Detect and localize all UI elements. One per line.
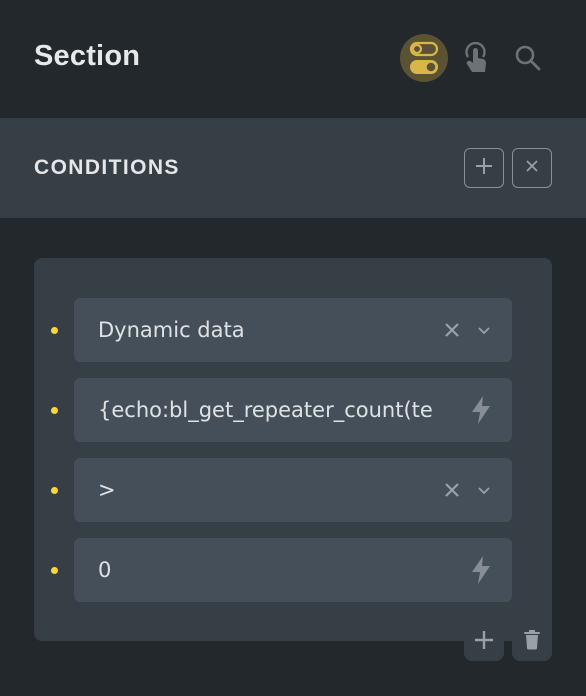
bullet-dot bbox=[51, 487, 58, 494]
clear-icon[interactable] bbox=[440, 298, 464, 362]
trash-icon bbox=[523, 630, 541, 655]
interactions-button[interactable] bbox=[452, 34, 500, 82]
add-condition-group-button[interactable] bbox=[464, 148, 504, 188]
input-value: 0 bbox=[98, 558, 112, 582]
dynamic-value-input[interactable]: {echo:bl_get_repeater_count(te bbox=[74, 378, 512, 442]
clear-icon[interactable] bbox=[440, 458, 464, 522]
chevron-down-icon[interactable] bbox=[474, 458, 494, 522]
delete-group-button[interactable] bbox=[512, 624, 552, 661]
condition-row: 0 bbox=[34, 538, 552, 602]
bullet-dot bbox=[51, 567, 58, 574]
conditions-title: CONDITIONS bbox=[34, 156, 180, 179]
close-conditions-button[interactable] bbox=[512, 148, 552, 188]
plus-icon bbox=[474, 630, 494, 655]
condition-type-select[interactable]: Dynamic data bbox=[74, 298, 512, 362]
search-icon bbox=[514, 44, 542, 72]
condition-group: Dynamic data {echo:bl_get_repeater_count… bbox=[34, 258, 552, 641]
bullet-dot bbox=[51, 407, 58, 414]
select-value: > bbox=[98, 478, 116, 502]
input-value: {echo:bl_get_repeater_count(te bbox=[98, 398, 433, 422]
dynamic-data-icon[interactable] bbox=[468, 378, 494, 442]
condition-row: > bbox=[34, 458, 552, 522]
condition-row: Dynamic data bbox=[34, 298, 552, 362]
select-value: Dynamic data bbox=[98, 318, 245, 342]
conditions-header: CONDITIONS bbox=[0, 118, 586, 218]
condition-row: {echo:bl_get_repeater_count(te bbox=[34, 378, 552, 442]
chevron-down-icon[interactable] bbox=[474, 298, 494, 362]
close-icon bbox=[524, 158, 540, 179]
search-button[interactable] bbox=[504, 34, 552, 82]
page-title: Section bbox=[34, 40, 141, 72]
interactions-icon bbox=[463, 41, 489, 75]
add-condition-button[interactable] bbox=[464, 624, 504, 661]
plus-icon bbox=[474, 156, 494, 181]
dynamic-data-icon[interactable] bbox=[468, 538, 494, 602]
operator-select[interactable]: > bbox=[74, 458, 512, 522]
conditions-toggle-button[interactable] bbox=[400, 34, 448, 82]
toggle-conditions-icon bbox=[409, 41, 439, 75]
comparison-value-input[interactable]: 0 bbox=[74, 538, 512, 602]
bullet-dot bbox=[51, 327, 58, 334]
panel-header: Section bbox=[0, 0, 586, 118]
